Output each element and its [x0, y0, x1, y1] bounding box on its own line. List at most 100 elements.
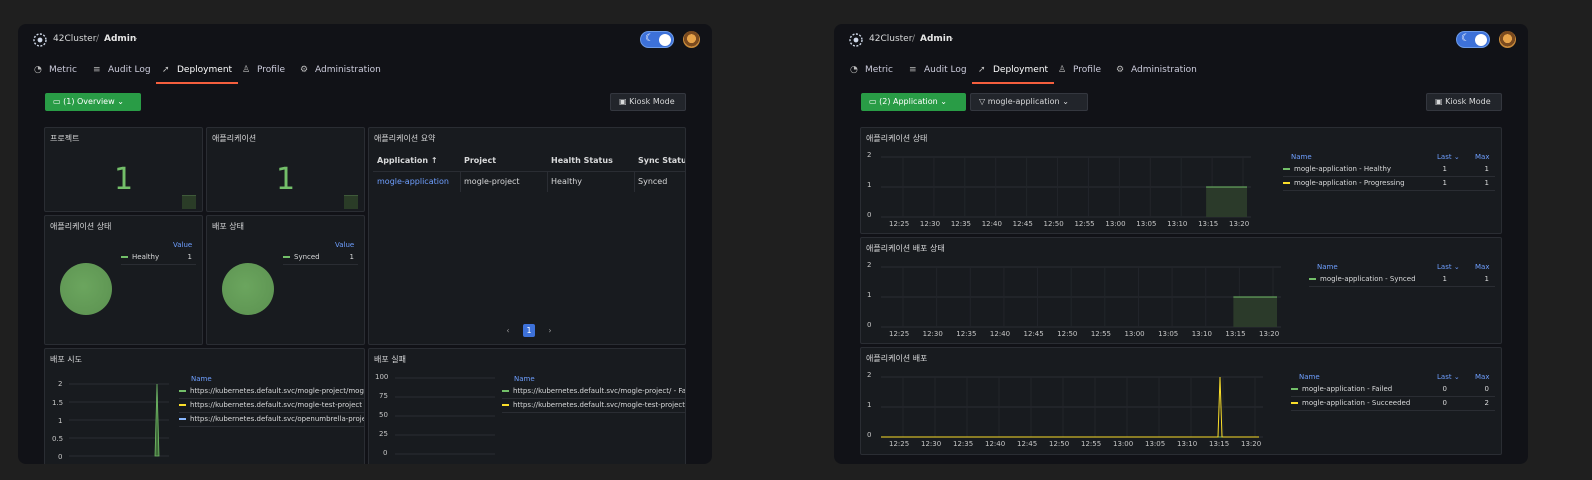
x-tick: 12:40 — [985, 440, 1006, 448]
breadcrumb-cluster[interactable]: 42Cluster — [869, 34, 912, 44]
prev-page-button[interactable]: ‹ — [502, 324, 514, 337]
tab-administration[interactable]: ⚙ Administration — [1116, 58, 1197, 84]
legend-header-max: Max — [1475, 373, 1490, 381]
legend-item[interactable]: mogle-application - Synced 1 1 — [1309, 275, 1495, 287]
sort-ascending-icon: ↑ — [430, 156, 438, 165]
legend-item[interactable]: https://kubernetes.default.svc/mogle-pro… — [179, 387, 364, 399]
theme-toggle[interactable]: ☾ — [640, 31, 674, 48]
tab-administration[interactable]: ⚙ Administration — [300, 58, 381, 84]
pie-slice-healthy — [60, 263, 112, 315]
legend-item[interactable]: mogle-application - Failed 0 0 — [1291, 385, 1495, 397]
legend-item[interactable]: mogle-application - Healthy 1 1 — [1283, 165, 1495, 177]
panel-title: 애플리케이션 배포 — [866, 354, 928, 363]
y-tick: 0 — [867, 211, 872, 219]
x-tick: 13:20 — [1259, 330, 1280, 338]
chevron-down-icon[interactable]: ⌄ — [132, 33, 139, 42]
x-tick: 13:10 — [1191, 330, 1212, 338]
panel-title: 배포 실패 — [374, 355, 406, 364]
gear-icon: ⚙ — [1116, 65, 1125, 75]
y-tick: 0 — [867, 431, 872, 439]
cell-application[interactable]: mogle-application — [377, 172, 449, 192]
column-header-project[interactable]: Project — [464, 151, 496, 171]
legend-item[interactable]: Healthy 1 — [121, 253, 196, 265]
avatar[interactable] — [683, 31, 700, 48]
column-header-health[interactable]: Health Status — [551, 151, 613, 171]
tab-audit-log[interactable]: ≡ Audit Log — [93, 58, 151, 84]
cluster-logo-icon — [33, 33, 47, 47]
x-tick: 12:25 — [889, 330, 910, 338]
column-header-sync[interactable]: Sync Statu — [638, 151, 685, 171]
breadcrumb-cluster[interactable]: 42Cluster — [53, 34, 96, 44]
tab-metric[interactable]: ◔ Metric — [34, 58, 77, 84]
x-tick: 13:10 — [1177, 440, 1198, 448]
view-select[interactable]: ▭ (1) Overview ⌄ — [45, 93, 141, 111]
legend-header-name: Name — [191, 375, 212, 383]
theme-toggle[interactable]: ☾ — [1456, 31, 1490, 48]
legend-item[interactable]: mogle-application - Succeeded 0 2 — [1291, 399, 1495, 411]
x-tick: 12:45 — [1023, 330, 1044, 338]
legend-item[interactable]: https://kubernetes.default.svc/openumbre… — [179, 415, 364, 427]
x-tick: 12:45 — [1017, 440, 1038, 448]
tab-deployment[interactable]: ➚ Deployment — [971, 58, 1055, 84]
legend-header-last[interactable]: Last ⌄ — [1437, 153, 1460, 161]
legend-header-name: Name — [1299, 373, 1320, 381]
moon-icon: ☾ — [645, 33, 654, 44]
gear-icon: ⚙ — [300, 65, 309, 75]
chevron-down-icon: ⌄ — [1062, 97, 1069, 106]
tab-profile[interactable]: ♙ Profile — [1058, 58, 1101, 84]
x-tick: 12:55 — [1090, 330, 1111, 338]
legend-item[interactable]: https://kubernetes.default.svc/mogle-pro… — [502, 387, 685, 399]
x-tick: 13:15 — [1198, 220, 1219, 228]
app-deploy-timeseries-panel: 애플리케이션 배포 2 1 0 12:25 12:30 12:35 12:40 12:45 12:… — [860, 347, 1502, 455]
legend-header-last[interactable]: Last ⌄ — [1437, 263, 1460, 271]
legend-item[interactable]: https://kubernetes.default.svc/mogle-tes… — [179, 401, 364, 413]
legend-item[interactable]: Synced 1 — [283, 253, 358, 265]
attempts-spike — [154, 383, 160, 457]
legend-header-name: Name — [1317, 263, 1338, 271]
kiosk-mode-button[interactable]: ▣ Kiosk Mode — [1426, 93, 1502, 111]
y-tick: 0 — [58, 453, 63, 461]
legend-item[interactable]: mogle-application - Progressing 1 1 — [1283, 179, 1495, 191]
tab-profile[interactable]: ♙ Profile — [242, 58, 285, 84]
tab-metric[interactable]: ◔ Metric — [850, 58, 893, 84]
applications-count: 1 — [275, 162, 296, 197]
chevron-down-icon[interactable]: ⌄ — [948, 33, 955, 42]
app-status-pie-panel: 애플리케이션 상태 Value Healthy 1 — [44, 215, 203, 345]
legend-header-max: Max — [1475, 263, 1490, 271]
cluster-logo-icon — [849, 33, 863, 47]
tab-audit-log[interactable]: ≡ Audit Log — [909, 58, 967, 84]
next-page-button[interactable]: › — [544, 324, 556, 337]
x-tick: 12:45 — [1012, 220, 1033, 228]
sort-descending-icon: ⌄ — [1453, 373, 1460, 381]
x-tick: 12:50 — [1043, 220, 1064, 228]
speedometer-icon: ◔ — [850, 65, 858, 75]
series-area — [1206, 187, 1247, 217]
avatar[interactable] — [1499, 31, 1516, 48]
legend-item[interactable]: https://kubernetes.default.svc/mogle-tes… — [502, 401, 685, 413]
x-tick: 13:20 — [1241, 440, 1262, 448]
panel-title: 애플리케이션 배포 상태 — [866, 244, 945, 253]
y-tick: 25 — [379, 430, 388, 438]
kiosk-mode-button[interactable]: ▣ Kiosk Mode — [610, 93, 686, 111]
rocket-icon: ➚ — [162, 65, 170, 75]
column-header-application[interactable]: Application ↑ — [377, 151, 438, 171]
rocket-icon: ➚ — [978, 65, 986, 75]
user-icon: ♙ — [1058, 65, 1067, 75]
page-1-button[interactable]: 1 — [523, 324, 535, 337]
x-tick: 12:50 — [1057, 330, 1078, 338]
projects-count: 1 — [113, 162, 134, 197]
x-tick: 13:10 — [1167, 220, 1188, 228]
application-filter[interactable]: ▽ mogle-application ⌄ — [970, 93, 1088, 111]
x-tick: 12:50 — [1049, 440, 1070, 448]
legend-header-name: Name — [514, 375, 535, 383]
deploy-failures-panel: 배포 실패 100 75 50 25 0 Name https://kubern… — [368, 348, 686, 464]
legend-header-max: Max — [1475, 153, 1490, 161]
deploy-attempts-panel: 배포 시도 2 1.5 1 0.5 0 Name https://kuberne… — [44, 348, 365, 464]
app-deploy-status-timeseries-panel: 애플리케이션 배포 상태 2 1 0 12:25 12:30 12:35 12:40 12:45… — [860, 237, 1502, 344]
tab-deployment[interactable]: ➚ Deployment — [155, 58, 239, 84]
top-bar: 42Cluster / Admin ⌄ ☾ — [18, 24, 712, 56]
legend-header-last[interactable]: Last ⌄ — [1437, 373, 1460, 381]
view-select[interactable]: ▭ (2) Application ⌄ — [861, 93, 966, 111]
nav-tabs: ◔ Metric ≡ Audit Log ➚ Deployment ♙ Profile … — [834, 58, 1528, 84]
x-tick: 13:05 — [1136, 220, 1157, 228]
